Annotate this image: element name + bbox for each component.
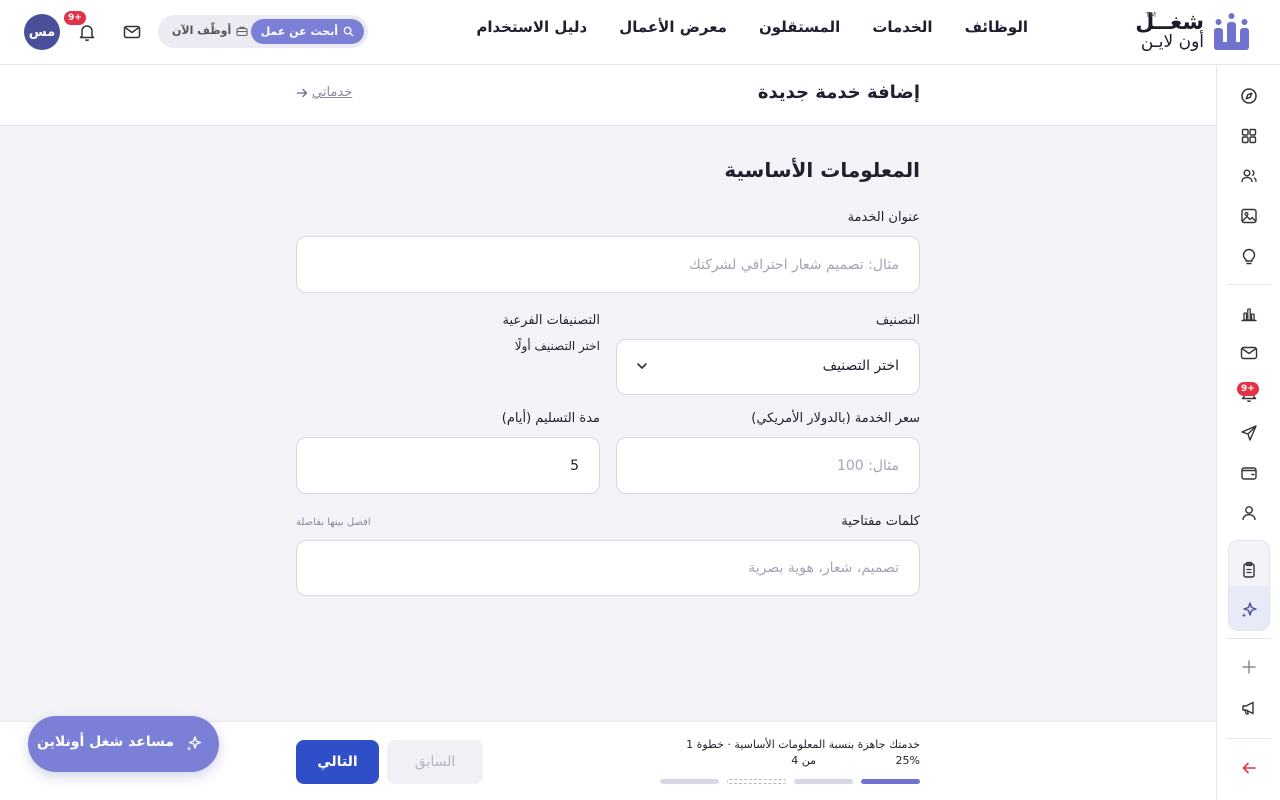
sparkles-icon <box>186 736 202 751</box>
megaphone-icon[interactable] <box>1239 698 1259 718</box>
wallet-icon[interactable] <box>1239 463 1259 483</box>
back-link-label: خدماتي <box>312 85 353 100</box>
search-icon <box>343 26 354 37</box>
plus-icon[interactable] <box>1239 657 1259 677</box>
category-selected-value: اختر التصنيف <box>822 358 899 374</box>
sidebar-divider <box>1227 738 1271 739</box>
nav-item-services[interactable]: الخدمات <box>872 18 932 36</box>
keywords-input[interactable] <box>296 540 920 596</box>
chevron-down-icon <box>637 363 647 369</box>
mail-icon[interactable] <box>122 22 142 42</box>
brand-logo[interactable]: شغــل أون لايـن TM <box>1135 10 1256 54</box>
nav-item-jobs[interactable]: الوظائف <box>965 18 1028 36</box>
bell-icon[interactable] <box>77 22 97 42</box>
logo-mark-icon <box>1214 13 1249 50</box>
main-nav: الوظائف الخدمات المستقلون معرض الأعمال د… <box>476 18 1028 36</box>
previous-button[interactable]: السابق <box>387 740 483 784</box>
chart-icon[interactable] <box>1239 304 1259 324</box>
users-icon[interactable] <box>1239 166 1259 186</box>
search-job-button[interactable]: أبحث عن عمل <box>250 19 364 44</box>
keywords-hint: افصل بينها بفاصلة <box>296 517 371 528</box>
right-sidebar: +9 <box>1216 65 1280 800</box>
progress-percent: 25% <box>895 754 920 767</box>
sidebar-divider <box>1227 638 1271 639</box>
search-job-label: أبحث عن عمل <box>260 25 338 38</box>
price-label: سعر الخدمة (بالدولار الأمريكي) <box>751 411 920 426</box>
back-to-my-services-link[interactable]: خدماتي <box>296 85 352 100</box>
user-avatar[interactable]: مس <box>24 14 60 50</box>
profile-icon[interactable] <box>1239 503 1259 523</box>
subcategories-hint: اختر التصنيف أولًا <box>514 339 600 353</box>
send-icon[interactable] <box>1239 423 1259 443</box>
progress-step-3 <box>727 779 786 784</box>
nav-item-guide[interactable]: دليل الاستخدام <box>476 18 587 36</box>
category-label: التصنيف <box>875 313 920 328</box>
hire-now-label: أوظّف الآن <box>172 24 232 37</box>
delivery-days-input[interactable] <box>296 437 600 494</box>
brand-trademark: TM <box>1145 11 1156 19</box>
progress-step-2 <box>794 779 853 784</box>
progress-step-total: من 4 <box>791 754 816 767</box>
mode-switcher: أبحث عن عمل أوظّف الآن <box>158 15 368 48</box>
lightbulb-icon[interactable] <box>1239 246 1259 266</box>
briefcase-icon <box>236 26 248 36</box>
clipboard-icon[interactable] <box>1239 560 1259 580</box>
progress-step-1 <box>861 779 920 784</box>
price-input[interactable] <box>616 437 920 494</box>
notification-badge: +9 <box>64 11 86 25</box>
sidebar-notification-badge: +9 <box>1237 382 1259 396</box>
sidebar-divider <box>1227 284 1271 285</box>
service-title-input[interactable] <box>296 236 920 293</box>
subcategories-label: التصنيفات الفرعية <box>502 313 601 328</box>
service-title-label: عنوان الخدمة <box>847 210 920 225</box>
top-navbar: شغــل أون لايـن TM الوظائف الخدمات المست… <box>0 0 1280 65</box>
page-title: إضافة خدمة جديدة <box>757 82 920 103</box>
delivery-days-label: مدة التسليم (أيام) <box>501 411 600 426</box>
arrow-right-icon <box>296 88 308 97</box>
keywords-label: كلمات مفتاحية <box>841 514 920 529</box>
mail-icon[interactable] <box>1239 343 1259 363</box>
nav-item-portfolio[interactable]: معرض الأعمال <box>619 18 727 36</box>
grid-icon[interactable] <box>1239 126 1259 146</box>
assistant-label: مساعد شغل أونلاين <box>37 734 174 750</box>
nav-item-freelancers[interactable]: المستقلون <box>759 18 840 36</box>
image-icon[interactable] <box>1239 206 1259 226</box>
sparkles-icon[interactable] <box>1239 600 1259 620</box>
progress-text: خدمتك جاهزة بنسبة المعلومات الأساسية · خ… <box>686 738 920 751</box>
logout-icon[interactable] <box>1239 758 1259 778</box>
brand-name-line2: أون لايـن <box>1140 32 1204 52</box>
compass-icon[interactable] <box>1239 86 1259 106</box>
next-button[interactable]: التالي <box>296 740 379 784</box>
progress-step-4 <box>660 779 719 784</box>
category-select[interactable]: اختر التصنيف <box>616 339 920 395</box>
assistant-button[interactable]: مساعد شغل أونلاين <box>28 716 219 772</box>
page-header: إضافة خدمة جديدة خدماتي <box>0 65 1216 126</box>
section-title: المعلومات الأساسية <box>724 158 920 182</box>
hire-now-button[interactable]: أوظّف الآن <box>172 24 248 37</box>
